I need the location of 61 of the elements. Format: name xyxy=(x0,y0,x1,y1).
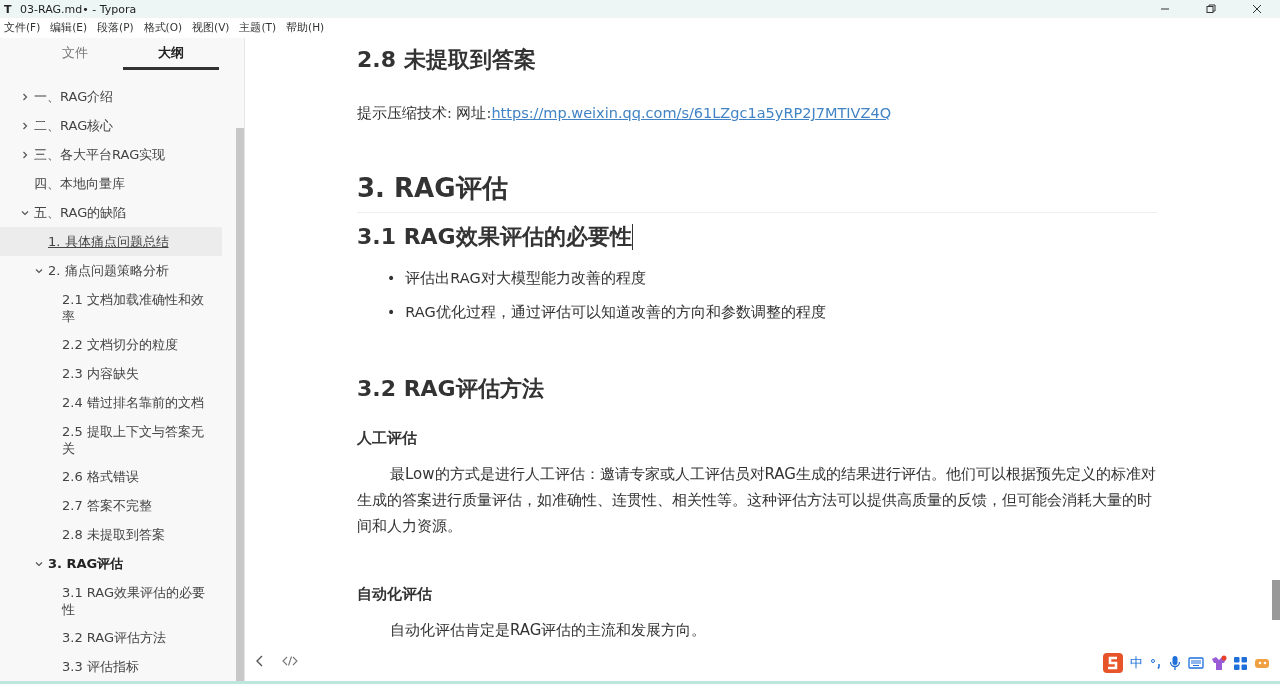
outline-item[interactable]: 2.7 答案不完整 xyxy=(0,491,222,520)
chevron-right-icon[interactable] xyxy=(20,121,30,131)
outline-item[interactable]: 3.3 评估指标 xyxy=(0,652,222,681)
subheading: 人工评估 xyxy=(357,429,418,448)
outline-item[interactable]: 2.5 提取上下文与答案无关 xyxy=(0,417,222,462)
microphone-icon[interactable] xyxy=(1169,655,1181,671)
menu-item[interactable]: 文件(F) xyxy=(4,21,41,35)
outline-item[interactable]: 2.1 文档加载准确性和效率 xyxy=(0,285,222,330)
outline-item[interactable]: 五、RAG的缺陷 xyxy=(0,198,222,227)
heading: 3.2 RAG评估方法 xyxy=(357,375,545,403)
scrollbar[interactable] xyxy=(236,128,244,681)
chevron-down-icon[interactable] xyxy=(20,208,30,218)
chevron-right-icon[interactable] xyxy=(20,92,30,102)
link[interactable]: https://mp.weixin.qq.com/s/61LZgc1a5yRP2J7MTIVZ4Q xyxy=(491,105,892,121)
punctuation-icon[interactable] xyxy=(1150,657,1162,669)
bullet: • xyxy=(387,269,396,288)
bullet: • xyxy=(387,303,396,322)
subheading: 自动化评估 xyxy=(357,585,433,604)
outline-item[interactable]: 1. 具体痛点问题总结 xyxy=(0,227,222,256)
window-title: 03-RAG.md• - Typora xyxy=(20,2,138,16)
input-method-logo-icon[interactable] xyxy=(1103,653,1123,673)
menu-item[interactable]: 段落(P) xyxy=(97,21,134,35)
menu-item[interactable]: 主题(T) xyxy=(239,21,277,35)
outline-item[interactable]: 3.2 RAG评估方法 xyxy=(0,623,222,652)
restore-icon xyxy=(1206,4,1216,14)
outline-item[interactable]: 2.8 未提取到答案 xyxy=(0,520,222,549)
outline-item[interactable]: 一、RAG介绍 xyxy=(0,82,222,111)
sidebar-tab[interactable]: 大纲 xyxy=(123,38,219,70)
paragraph: 提示压缩技术: 网址:https://mp.weixin.qq.com/s/61LZgc1a5yRP2J7MTIVZ4Q xyxy=(357,104,893,123)
outline-item[interactable]: 3. RAG评估 xyxy=(0,549,222,578)
input-mode-label[interactable]: 中 xyxy=(1130,654,1143,672)
outline-item[interactable]: 三、各大平台RAG实现 xyxy=(0,140,222,169)
chevron-down-icon[interactable] xyxy=(34,266,44,276)
outline-item[interactable]: 2.4 错过排名靠前的文档 xyxy=(0,388,222,417)
heading: 2.8 未提取到答案 xyxy=(357,46,537,74)
menu-item[interactable]: 格式(O) xyxy=(143,21,183,35)
chevron-right-icon[interactable] xyxy=(20,150,30,160)
heading: 3.1 RAG效果评估的必要性 xyxy=(357,223,634,252)
heading: 3. RAG评估 xyxy=(357,170,1157,213)
keyboard-icon[interactable] xyxy=(1188,657,1204,669)
paragraph: 最Low的方式是进行人工评估：邀请专家或人工评估员对RAG生成的结果进行评估。他们可以根据预先定义的标准对生成的答案进行质量评估，如准确性、连贯性、相关性等。这种评估方法可以提供高质量的反馈，但可能会消耗大量的时间和人力资源。 xyxy=(357,464,1157,537)
outline-item[interactable]: 2.3 内容缺失 xyxy=(0,359,222,388)
sidebar-tab[interactable]: 文件 xyxy=(27,38,123,70)
outline-item[interactable]: 2.2 文档切分的粒度 xyxy=(0,330,222,359)
outline-item[interactable]: 3.1 RAG效果评估的必要性 xyxy=(0,578,222,623)
scrollbar[interactable] xyxy=(1272,580,1280,620)
outline-item[interactable]: 四、本地向量库 xyxy=(0,169,222,198)
menu-item[interactable]: 视图(V) xyxy=(192,21,230,35)
outline-item[interactable]: 二、RAG核心 xyxy=(0,111,222,140)
grid-icon[interactable] xyxy=(1234,656,1247,670)
chevron-down-icon[interactable] xyxy=(34,559,44,569)
menu-item[interactable]: 帮助(H) xyxy=(286,21,325,35)
list-item: RAG优化过程，通过评估可以知道改善的方向和参数调整的程度 xyxy=(405,303,826,322)
outline-item[interactable]: 2. 痛点问题策略分析 xyxy=(0,256,222,285)
app-icon: T xyxy=(4,2,14,16)
menu-item[interactable]: 编辑(E) xyxy=(50,21,88,35)
close-icon xyxy=(1252,4,1262,14)
paragraph: 自动化评估肯定是RAG评估的主流和发展方向。 xyxy=(389,620,707,641)
skin-icon[interactable] xyxy=(1211,655,1227,671)
list-item: 评估出RAG对大模型能力改善的程度 xyxy=(405,269,646,288)
outline-item[interactable]: 2.6 格式错误 xyxy=(0,462,222,491)
